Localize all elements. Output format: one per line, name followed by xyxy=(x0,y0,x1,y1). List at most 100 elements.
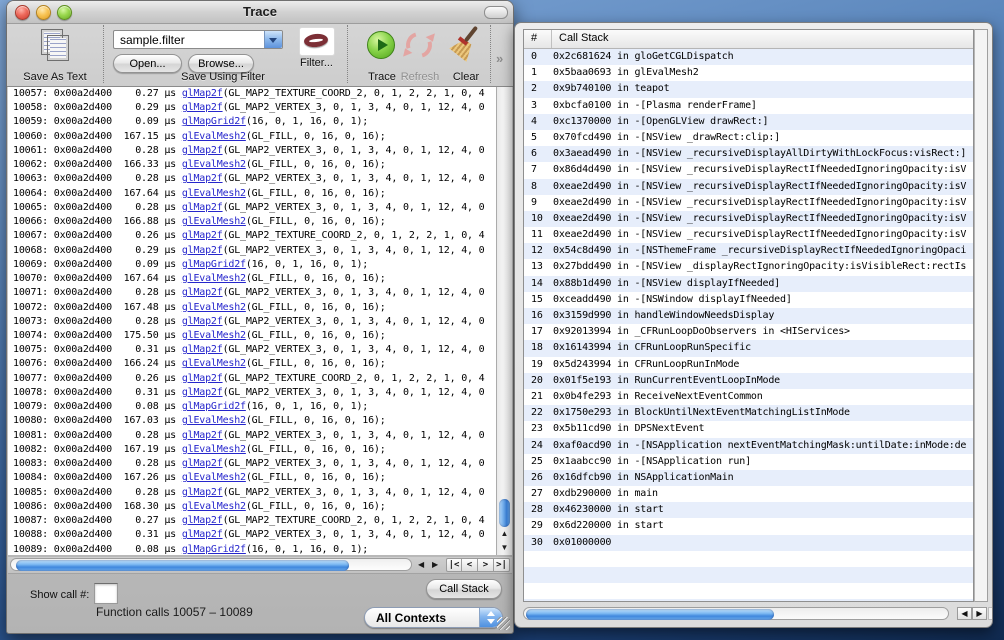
stack-frame-row[interactable]: 280x46230000 in start xyxy=(524,502,973,518)
gl-function-link[interactable]: glEvalMesh2 xyxy=(182,131,246,142)
gl-function-link[interactable]: glMap2f xyxy=(182,88,223,99)
scroll-left-arrow[interactable]: ◀ xyxy=(957,607,972,620)
trace-row[interactable]: 10077: 0x00a2d400 0.26 µs glMap2f(GL_MAP… xyxy=(8,372,496,386)
trace-row[interactable]: 10075: 0x00a2d400 0.31 µs glMap2f(GL_MAP… xyxy=(8,343,496,357)
trace-row[interactable]: 10086: 0x00a2d400 168.30 µs glEvalMesh2(… xyxy=(8,500,496,514)
stack-frame-row[interactable]: 150xceadd490 in -[NSWindow displayIfNeed… xyxy=(524,292,973,308)
trace-row[interactable]: 10059: 0x00a2d400 0.09 µs glMapGrid2f(16… xyxy=(8,115,496,129)
stack-frame-row[interactable]: 120x54c8d490 in -[NSThemeFrame _recursiv… xyxy=(524,243,973,259)
trace-row[interactable]: 10078: 0x00a2d400 0.31 µs glMap2f(GL_MAP… xyxy=(8,386,496,400)
trace-row[interactable]: 10070: 0x00a2d400 167.64 µs glEvalMesh2(… xyxy=(8,272,496,286)
gl-function-link[interactable]: glMap2f xyxy=(182,373,223,384)
trace-row[interactable]: 10064: 0x00a2d400 167.64 µs glEvalMesh2(… xyxy=(8,187,496,201)
column-header-callstack[interactable]: Call Stack xyxy=(552,30,609,48)
stack-frame-row[interactable]: 300x01000000 xyxy=(524,535,973,551)
trace-row[interactable]: 10072: 0x00a2d400 167.48 µs glEvalMesh2(… xyxy=(8,301,496,315)
gl-function-link[interactable]: glMap2f xyxy=(182,515,223,526)
resize-grip[interactable] xyxy=(497,617,510,630)
gl-function-link[interactable]: glMap2f xyxy=(182,230,223,241)
gl-function-link[interactable]: glMapGrid2f xyxy=(182,544,246,555)
combo-dropdown-button[interactable] xyxy=(264,31,282,48)
gl-function-link[interactable]: glMap2f xyxy=(182,316,223,327)
clear-broom-icon[interactable] xyxy=(448,26,484,60)
gl-function-link[interactable]: glMap2f xyxy=(182,458,223,469)
trace-row[interactable]: 10081: 0x00a2d400 0.28 µs glMap2f(GL_MAP… xyxy=(8,429,496,443)
gl-function-link[interactable]: glMap2f xyxy=(182,102,223,113)
gl-function-link[interactable]: glMap2f xyxy=(182,387,223,398)
save-as-text-label[interactable]: Save As Text xyxy=(9,71,101,83)
gl-function-link[interactable]: glEvalMesh2 xyxy=(182,501,246,512)
trace-row[interactable]: 10083: 0x00a2d400 0.28 µs glMap2f(GL_MAP… xyxy=(8,457,496,471)
stack-frame-row[interactable]: 140x88b1d490 in -[NSView displayIfNeeded… xyxy=(524,276,973,292)
stack-frame-row[interactable]: 210x0b4fe293 in ReceiveNextEventCommon xyxy=(524,389,973,405)
gl-function-link[interactable]: glEvalMesh2 xyxy=(182,358,246,369)
stack-frame-row[interactable]: 250x1aabcc90 in -[NSApplication run] xyxy=(524,454,973,470)
toolbar-toggle-button[interactable] xyxy=(484,6,508,19)
scroll-right-arrow[interactable]: ▶ xyxy=(432,560,438,569)
clear-button-label[interactable]: Clear xyxy=(443,71,489,83)
gl-function-link[interactable]: glMapGrid2f xyxy=(182,401,246,412)
gl-function-link[interactable]: glEvalMesh2 xyxy=(182,444,246,455)
stack-frame-row[interactable]: 20x9b740100 in teapot xyxy=(524,81,973,97)
trace-row[interactable]: 10068: 0x00a2d400 0.29 µs glMap2f(GL_MAP… xyxy=(8,244,496,258)
gl-function-link[interactable]: glMap2f xyxy=(182,487,223,498)
gl-function-link[interactable]: glMap2f xyxy=(182,145,223,156)
stack-frame-row[interactable]: 260x16dfcb90 in NSApplicationMain xyxy=(524,470,973,486)
trace-row[interactable]: 10065: 0x00a2d400 0.28 µs glMap2f(GL_MAP… xyxy=(8,201,496,215)
trace-row[interactable]: 10087: 0x00a2d400 0.27 µs glMap2f(GL_MAP… xyxy=(8,514,496,528)
filter-label[interactable]: Filter... xyxy=(289,57,344,69)
stack-frame-row[interactable]: 180x16143994 in CFRunLoopRunSpecific xyxy=(524,340,973,356)
contexts-popup[interactable]: All Contexts xyxy=(364,607,503,628)
trace-row[interactable]: 10066: 0x00a2d400 166.88 µs glEvalMesh2(… xyxy=(8,215,496,229)
gl-function-link[interactable]: glMap2f xyxy=(182,529,223,540)
stack-frame-row[interactable]: 220x1750e293 in BlockUntilNextEventMatch… xyxy=(524,405,973,421)
gl-function-link[interactable]: glMap2f xyxy=(182,173,223,184)
stack-frame-row[interactable] xyxy=(524,567,973,583)
gl-function-link[interactable]: glMap2f xyxy=(182,344,223,355)
stack-frame-row[interactable]: 30xbcfa0100 in -[Plasma renderFrame] xyxy=(524,98,973,114)
trace-row[interactable]: 10071: 0x00a2d400 0.28 µs glMap2f(GL_MAP… xyxy=(8,286,496,300)
gl-function-link[interactable]: glMap2f xyxy=(182,202,223,213)
scroll-left-arrow[interactable]: ◀ xyxy=(418,560,424,569)
save-as-text-icon[interactable] xyxy=(39,29,69,59)
gl-function-link[interactable]: glEvalMesh2 xyxy=(182,415,246,426)
trace-row[interactable]: 10076: 0x00a2d400 166.24 µs glEvalMesh2(… xyxy=(8,357,496,371)
stack-frame-row[interactable]: 130x27bdd490 in -[NSView _displayRectIgn… xyxy=(524,259,973,275)
trace-row[interactable]: 10079: 0x00a2d400 0.08 µs glMapGrid2f(16… xyxy=(8,400,496,414)
trace-row[interactable]: 10058: 0x00a2d400 0.29 µs glMap2f(GL_MAP… xyxy=(8,101,496,115)
vertical-scrollbar[interactable]: ▲ ▼ xyxy=(496,87,512,555)
filter-file-combobox[interactable]: sample.filter xyxy=(113,30,283,49)
trace-row[interactable]: 10074: 0x00a2d400 175.50 µs glEvalMesh2(… xyxy=(8,329,496,343)
filter-ring-icon[interactable] xyxy=(299,27,335,56)
show-call-field[interactable] xyxy=(94,583,118,604)
stack-frame-row[interactable]: 270xdb290000 in main xyxy=(524,486,973,502)
gl-function-link[interactable]: glMapGrid2f xyxy=(182,116,246,127)
trace-row[interactable]: 10089: 0x00a2d400 0.08 µs glMapGrid2f(16… xyxy=(8,543,496,556)
trace-row[interactable]: 10085: 0x00a2d400 0.28 µs glMap2f(GL_MAP… xyxy=(8,486,496,500)
stack-frame-row[interactable]: 230x5b11cd90 in DPSNextEvent xyxy=(524,421,973,437)
stack-frame-row[interactable]: 290x6d220000 in start xyxy=(524,518,973,534)
scrollbar-thumb[interactable] xyxy=(526,609,774,620)
trace-row[interactable]: 10057: 0x00a2d400 0.27 µs glMap2f(GL_MAP… xyxy=(8,87,496,101)
trace-row[interactable]: 10080: 0x00a2d400 167.03 µs glEvalMesh2(… xyxy=(8,414,496,428)
trace-row[interactable]: 10063: 0x00a2d400 0.28 µs glMap2f(GL_MAP… xyxy=(8,172,496,186)
trace-play-icon[interactable] xyxy=(367,31,395,59)
stack-frame-row[interactable]: 70x86d4d490 in -[NSView _recursiveDispla… xyxy=(524,162,973,178)
next-page-button[interactable]: > xyxy=(478,558,494,572)
stack-frame-row[interactable]: 50x70fcd490 in -[NSView _drawRect:clip:] xyxy=(524,130,973,146)
title-bar[interactable]: Trace xyxy=(7,1,513,24)
gl-function-link[interactable]: glMap2f xyxy=(182,245,223,256)
gl-function-link[interactable]: glEvalMesh2 xyxy=(182,159,246,170)
gl-function-link[interactable]: glEvalMesh2 xyxy=(182,216,246,227)
stack-frame-row[interactable] xyxy=(524,599,973,602)
stack-frame-row[interactable]: 110xeae2d490 in -[NSView _recursiveDispl… xyxy=(524,227,973,243)
stack-frame-row[interactable]: 170x92013994 in _CFRunLoopDoObservers in… xyxy=(524,324,973,340)
gl-function-link[interactable]: glEvalMesh2 xyxy=(182,273,246,284)
stack-frame-row[interactable]: 90xeae2d490 in -[NSView _recursiveDispla… xyxy=(524,195,973,211)
trace-row[interactable]: 10061: 0x00a2d400 0.28 µs glMap2f(GL_MAP… xyxy=(8,144,496,158)
last-page-button[interactable]: >| xyxy=(494,558,510,572)
stack-frame-row[interactable]: 10x5baa0693 in glEvalMesh2 xyxy=(524,65,973,81)
previous-page-button[interactable]: < xyxy=(462,558,478,572)
stack-frame-row[interactable]: 240xaf0acd90 in -[NSApplication nextEven… xyxy=(524,438,973,454)
gl-function-link[interactable]: glEvalMesh2 xyxy=(182,302,246,313)
